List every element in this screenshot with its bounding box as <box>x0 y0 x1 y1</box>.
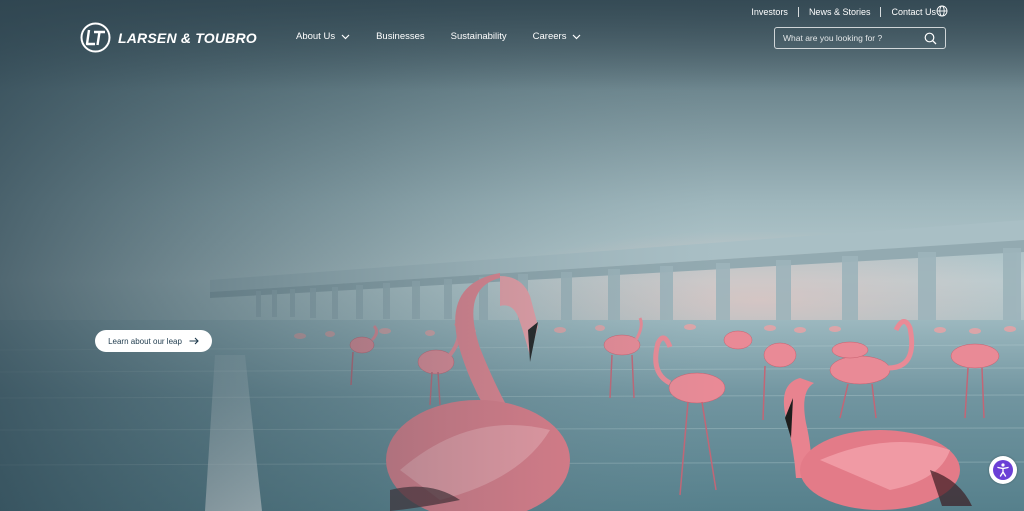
utility-link-news-stories[interactable]: News & Stories <box>799 7 881 17</box>
hero-image <box>0 0 1024 511</box>
cta-label: Learn about our leap <box>108 336 182 346</box>
nav-item-label: Careers <box>532 31 567 42</box>
nav-item-label: Sustainability <box>450 31 507 42</box>
nav-item-sustainability[interactable]: Sustainability <box>451 31 507 42</box>
nav-item-businesses[interactable]: Businesses <box>376 31 425 42</box>
lt-logo-icon <box>80 22 111 53</box>
chevron-down-icon <box>573 34 581 40</box>
main-nav: About Us Businesses Sustainability Caree… <box>296 31 607 42</box>
accessibility-button[interactable] <box>989 456 1017 484</box>
search-input[interactable] <box>775 32 925 44</box>
nav-item-label: About Us <box>296 31 336 42</box>
nav-item-label: Businesses <box>376 31 425 42</box>
search-box <box>774 27 946 49</box>
search-icon[interactable] <box>924 32 937 45</box>
accessibility-icon <box>993 460 1013 480</box>
utility-nav: Investors News & Stories Contact Us <box>741 7 946 17</box>
globe-icon[interactable] <box>936 5 948 17</box>
chevron-down-icon <box>341 34 350 40</box>
learn-more-button[interactable]: Learn about our leap <box>95 330 212 352</box>
brand-logo[interactable]: LARSEN & TOUBRO <box>80 22 257 53</box>
brand-name: LARSEN & TOUBRO <box>118 29 257 46</box>
utility-link-investors[interactable]: Investors <box>741 7 798 17</box>
hero-background <box>0 0 1024 511</box>
nav-item-about-us[interactable]: About Us <box>296 31 350 42</box>
nav-item-careers[interactable]: Careers <box>533 31 582 42</box>
arrow-right-icon <box>189 337 199 345</box>
